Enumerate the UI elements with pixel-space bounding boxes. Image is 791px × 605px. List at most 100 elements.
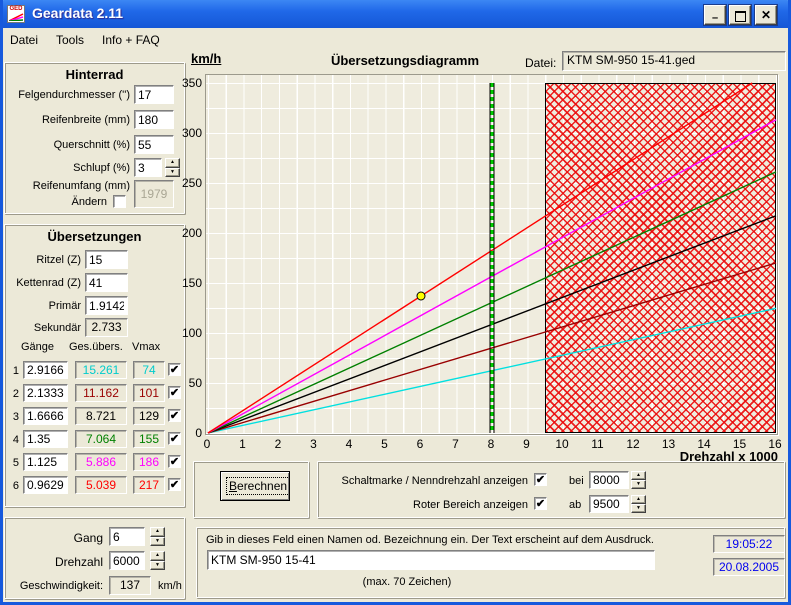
schlupf-input[interactable] (134, 158, 162, 177)
uebersetzungen-title: Übersetzungen (5, 229, 184, 244)
roter-ab-input[interactable] (589, 495, 629, 513)
drehzahl-label: Drehzahl (7, 555, 103, 569)
y-tick-label: 100 (168, 326, 202, 339)
y-tick-label: 150 (168, 276, 202, 289)
gear-total: 5.039 (75, 476, 127, 494)
gear-ratio-input[interactable] (23, 407, 68, 425)
gear-vmax: 74 (133, 361, 165, 379)
x-tick-label: 3 (304, 437, 324, 451)
berechnen-button[interactable]: Berechnen (220, 471, 290, 501)
gear-total: 5.886 (75, 453, 127, 471)
max-chars-hint: (max. 70 Zeichen) (307, 576, 507, 588)
geschwindigkeit-value: 137 (109, 576, 151, 595)
gear-ratio-input[interactable] (23, 476, 68, 494)
y-tick-label: 250 (168, 176, 202, 189)
gear-checkbox[interactable]: ✔ (168, 478, 181, 491)
gear-ratio-input[interactable] (23, 430, 68, 448)
menu-datei[interactable]: Datei (6, 31, 42, 49)
header-gesuebers: Ges.übers. (69, 341, 123, 353)
maximize-button[interactable] (729, 5, 751, 25)
menu-tools[interactable]: Tools (52, 31, 88, 49)
x-tick-label: 8 (481, 437, 501, 451)
gear-total: 8.721 (75, 407, 127, 425)
gear-ratio-input[interactable] (23, 453, 68, 471)
gear-nr: 4 (7, 434, 19, 446)
gear-nr: 2 (7, 388, 19, 400)
uebersetzungen-panel: Übersetzungen Ritzel (Z) Kettenrad (Z) P… (4, 224, 185, 507)
primaer-input[interactable] (85, 296, 128, 315)
querschnitt-label: Querschnitt (%) (7, 139, 130, 151)
drehzahl-spinner[interactable] (150, 551, 165, 570)
current-speed-marker (417, 292, 425, 300)
clock-time: 19:05:22 (713, 535, 785, 553)
drehzahl-input[interactable] (109, 551, 145, 570)
x-tick-label: 10 (552, 437, 572, 451)
schlupf-label: Schlupf (%) (7, 162, 130, 174)
gear-nr: 5 (7, 457, 19, 469)
kettenrad-input[interactable] (85, 273, 128, 292)
schaltmarke-checkbox[interactable]: ✔ (534, 473, 547, 486)
gear-checkbox[interactable]: ✔ (168, 409, 181, 422)
name-input[interactable] (207, 550, 655, 570)
y-tick-label: 350 (168, 76, 202, 89)
y-tick-label: 300 (168, 126, 202, 139)
gear-checkbox[interactable]: ✔ (168, 455, 181, 468)
ritzel-input[interactable] (85, 250, 128, 269)
roter-bereich-checkbox[interactable]: ✔ (534, 497, 547, 510)
ab-label: ab (569, 499, 581, 511)
hinterrad-panel: Hinterrad Felgendurchmesser ('') Reifenb… (4, 62, 185, 214)
gear-lines-svg (206, 75, 777, 434)
datei-label: Datei: (525, 56, 556, 70)
gear-total: 11.162 (75, 384, 127, 402)
y-tick-label: 50 (168, 376, 202, 389)
geschwindigkeit-unit: km/h (158, 580, 182, 592)
gear-ratio-input[interactable] (23, 384, 68, 402)
uebersetzungsdiagramm-plot (205, 74, 778, 435)
x-tick-label: 7 (446, 437, 466, 451)
aendern-checkbox[interactable] (113, 195, 126, 208)
close-button[interactable] (755, 5, 777, 25)
gear-total: 15.261 (75, 361, 127, 379)
roter-ab-spinner[interactable] (631, 495, 646, 513)
schlupf-spinner[interactable] (165, 158, 180, 177)
nenndrehzahl-spinner[interactable] (631, 471, 646, 489)
aendern-label: Ändern (7, 196, 107, 208)
y-axis-title: km/h (191, 51, 221, 66)
header-vmax: Vmax (132, 341, 160, 353)
name-panel: Gib in dieses Feld einen Namen od. Bezei… (196, 527, 785, 598)
app-icon-lines (9, 13, 24, 21)
app-icon[interactable]: GED (7, 5, 25, 23)
chart-title: Übersetzungsdiagramm (280, 53, 530, 68)
kettenrad-label: Kettenrad (Z) (7, 277, 81, 289)
gear-ratio-input[interactable] (23, 361, 68, 379)
gear-vmax: 129 (133, 407, 165, 425)
gear-checkbox[interactable]: ✔ (168, 363, 181, 376)
schaltmarke-label: Schaltmarke / Nenndrehzahl anzeigen (323, 475, 528, 487)
reifenumfang-label: Reifenumfang (mm) (7, 180, 130, 192)
felgendurchmesser-label: Felgendurchmesser ('') (7, 89, 130, 101)
gear-nr: 6 (7, 480, 19, 492)
nenndrehzahl-input[interactable] (589, 471, 629, 489)
gear-total: 7.064 (75, 430, 127, 448)
menu-info-faq[interactable]: Info + FAQ (98, 31, 164, 49)
gang-spinner[interactable] (150, 527, 165, 546)
title-bar[interactable]: GED Geardata 2.11 (0, 0, 791, 28)
y-tick-label: 200 (168, 226, 202, 239)
hinterrad-title: Hinterrad (5, 67, 184, 82)
gear-nr: 3 (7, 411, 19, 423)
primaer-label: Primär (7, 300, 81, 312)
sekundaer-label: Sekundär (7, 322, 81, 334)
gear-line-6 (208, 83, 752, 433)
minimize-button[interactable] (704, 5, 726, 25)
clock-date: 20.08.2005 (713, 558, 785, 576)
gang-panel: Gang Drehzahl Geschwindigkeit: 137 km/h (4, 517, 185, 599)
gang-input[interactable] (109, 527, 145, 546)
berechnen-panel: Berechnen (193, 461, 309, 518)
gear-vmax: 101 (133, 384, 165, 402)
name-hint-label: Gib in dieses Feld einen Namen od. Bezei… (206, 534, 654, 546)
reifenbreite-label: Reifenbreite (mm) (7, 114, 130, 126)
header-gaenge: Gänge (21, 341, 54, 353)
gang-label: Gang (7, 531, 103, 545)
x-tick-label: 2 (268, 437, 288, 451)
bei-label: bei (569, 475, 584, 487)
